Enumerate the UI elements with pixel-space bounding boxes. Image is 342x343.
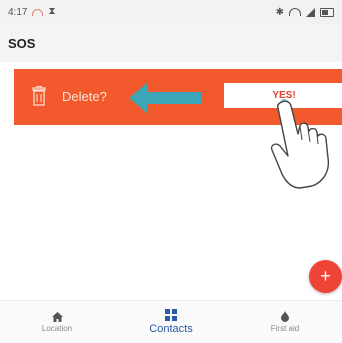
pointing-hand-icon: [270, 100, 330, 189]
status-bar: 4:17 ⧗ ✱: [0, 0, 342, 24]
nav-item-contacts[interactable]: Contacts: [126, 309, 216, 335]
trash-icon: [32, 86, 46, 106]
bluetooth-icon: ✱: [275, 6, 284, 18]
first-aid-icon: [281, 311, 289, 322]
nav-label-contacts: Contacts: [149, 323, 193, 335]
swipe-left-arrow-icon: [129, 83, 201, 113]
wifi-icon: [32, 8, 44, 16]
status-time: 4:17: [8, 6, 28, 18]
wifi-strength-icon: [289, 8, 301, 16]
app-bar: SOS: [0, 24, 342, 62]
nav-item-first-aid[interactable]: First aid: [240, 311, 330, 333]
page-title: SOS: [8, 35, 36, 51]
nav-label-first-aid: First aid: [270, 324, 300, 333]
add-contact-button[interactable]: +: [309, 260, 342, 293]
contacts-grid-icon: [165, 309, 177, 321]
home-icon: [51, 311, 63, 322]
status-left: 4:17 ⧗: [8, 7, 56, 18]
status-right: ✱: [276, 7, 334, 18]
delete-prompt-label: Delete?: [62, 89, 107, 104]
hourglass-icon: ⧗: [48, 6, 56, 17]
battery-icon: [320, 7, 334, 17]
signal-icon: [306, 7, 315, 17]
nav-label-location: Location: [41, 323, 73, 333]
bottom-nav: Location Contacts First aid: [0, 300, 342, 343]
nav-item-location[interactable]: Location: [12, 311, 102, 333]
